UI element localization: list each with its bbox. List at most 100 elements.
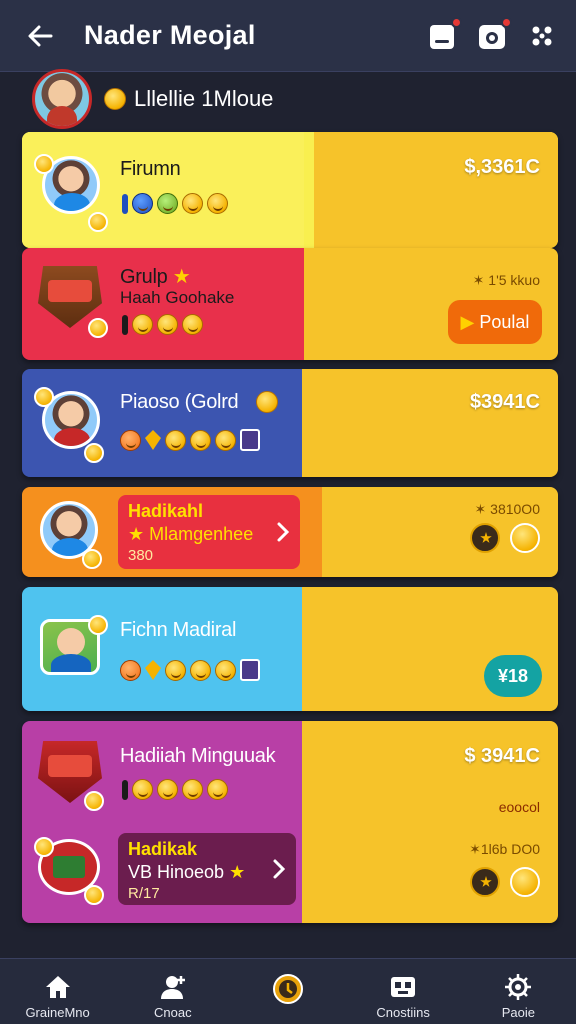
nav-item-gift[interactable]: Cnostiins [348, 959, 458, 1020]
nav-item-user[interactable]: Cnoac [118, 959, 228, 1020]
avatar-badge-icon [88, 615, 108, 635]
card-tag: eoocol [498, 799, 540, 815]
promo-title: Hadikak [128, 839, 198, 859]
gift-icon [391, 977, 416, 997]
coin-icon [256, 391, 278, 413]
card-price-secondary: ✶1l6b DO0 [469, 841, 540, 857]
nav-item-center[interactable] [233, 959, 343, 1007]
card-action-label: Poulal [479, 311, 530, 332]
avatar-badge-icon [34, 154, 54, 174]
card-name: Piaoso (Golrd [120, 391, 239, 413]
promo-number: 380 [128, 547, 154, 564]
emoji-icon [165, 659, 186, 681]
promo-banner[interactable]: Hadikahl ★ Mlamgenhee 380 [118, 495, 300, 569]
emoji-button[interactable] [510, 523, 540, 553]
card-name: Fichn Madiral [120, 619, 237, 641]
emoji-icon [190, 429, 211, 451]
emoji-icon [132, 779, 153, 800]
emoji-icon [215, 429, 236, 451]
promo-subtitle: VB Hinoeob ★ [128, 862, 286, 883]
card-name: Firumn [120, 158, 181, 180]
bottom-nav: GraineMno Cnoac Cnostiins Paoie [0, 958, 576, 1024]
reaction-row [122, 193, 228, 214]
emoji-icon [207, 193, 228, 214]
avatar-badge-icon [82, 549, 102, 569]
reaction-row [120, 659, 260, 681]
emoji-icon [207, 779, 228, 800]
reaction-row [122, 779, 228, 800]
emoji-icon [120, 429, 141, 451]
offer-card-5[interactable]: Fichn Madiral ¥18 [22, 587, 558, 711]
avatar-badge-icon [88, 318, 108, 338]
reaction-row [122, 314, 203, 335]
camera-badge [501, 16, 512, 28]
more-dots-icon [532, 26, 552, 45]
avatar-badge-icon [88, 212, 108, 232]
card-price: ✶ 3810O0 [474, 501, 540, 517]
emoji-button[interactable] [510, 867, 540, 897]
card-name: Hadiiah Minguuak [120, 745, 276, 767]
star-button[interactable] [470, 867, 500, 897]
coin-icon [104, 88, 126, 110]
home-icon [45, 976, 70, 998]
bar-icon [122, 314, 128, 335]
card-price: $3941C [469, 391, 540, 413]
coin-icon [272, 974, 303, 1004]
offer-card-1[interactable]: Firumn $,3361C [22, 132, 558, 248]
emoji-icon [157, 314, 178, 335]
offer-card-3[interactable]: Piaoso (Golrd $3941C [22, 369, 558, 477]
card-icon [240, 659, 260, 681]
nav-label: Cnostiins [376, 1005, 430, 1020]
offer-card-6[interactable]: Hadiiah Minguuak $ 3941C eoocol Hadikak … [22, 721, 558, 923]
flame-icon: ▶ [460, 311, 475, 332]
emoji-icon [120, 659, 141, 681]
star-icon: ★ [128, 524, 150, 544]
star-icon: ★ [229, 862, 246, 882]
bar-icon [122, 779, 128, 800]
promo-subtitle-text: VB Hinoeob [128, 862, 225, 882]
settings-icon [505, 974, 532, 1000]
card-price: $ 3941C [464, 745, 540, 767]
camera-button[interactable] [476, 16, 512, 52]
back-arrow-icon [28, 25, 53, 46]
emoji-icon [190, 659, 211, 681]
star-icon: ★ [172, 266, 191, 288]
avatar-badge-icon [84, 885, 104, 905]
profile-row[interactable]: Lllellie 1Mloue [32, 66, 273, 132]
avatar-badge-icon [84, 443, 104, 463]
offer-card-4[interactable]: Hadikahl ★ Mlamgenhee 380 ✶ 3810O0 [22, 487, 558, 577]
reaction-row [120, 429, 260, 451]
back-button[interactable] [20, 16, 60, 56]
emoji-icon [165, 429, 186, 451]
notification-button[interactable] [426, 16, 462, 52]
nav-item-home[interactable]: GraineMno [3, 959, 113, 1020]
nav-label: Cnoac [153, 1005, 192, 1020]
star-button[interactable] [470, 523, 500, 553]
profile-avatar[interactable] [32, 69, 92, 129]
avatar-badge-icon [34, 837, 54, 857]
promo-title: Hadikahl [128, 501, 204, 521]
emoji-icon [157, 779, 178, 800]
card-subtitle: Haah Goohake [120, 288, 235, 307]
card-name-text: Grulp [120, 266, 168, 288]
notification-badge [451, 16, 462, 28]
nav-item-settings[interactable]: Paoie [463, 959, 573, 1020]
promo-subtitle: ★ Mlamgenhee [128, 524, 290, 545]
promo-number: R/17 [128, 885, 160, 902]
emoji-icon [182, 314, 203, 335]
card-action-button[interactable]: ▶ Poulal [448, 300, 542, 344]
avatar-badge-icon [34, 387, 54, 407]
card-action-button[interactable]: ¥18 [484, 655, 542, 697]
promo-banner[interactable]: Hadikak VB Hinoeob ★ R/17 [118, 833, 296, 905]
nav-label: Paoie [501, 1005, 535, 1020]
gem-icon [145, 660, 161, 680]
offer-card-2[interactable]: Grulp ★ Haah Goohake ✶ 1'5 kkuo ▶ Poulal [22, 248, 558, 360]
nav-label: GraineMno [25, 1005, 90, 1020]
emoji-icon [132, 193, 153, 214]
card-name: Grulp ★ [120, 264, 191, 289]
chevron-right-icon [277, 522, 290, 542]
emoji-icon [182, 193, 203, 214]
card-icon [240, 429, 260, 451]
bar-icon [122, 193, 128, 214]
more-button[interactable] [526, 20, 558, 52]
